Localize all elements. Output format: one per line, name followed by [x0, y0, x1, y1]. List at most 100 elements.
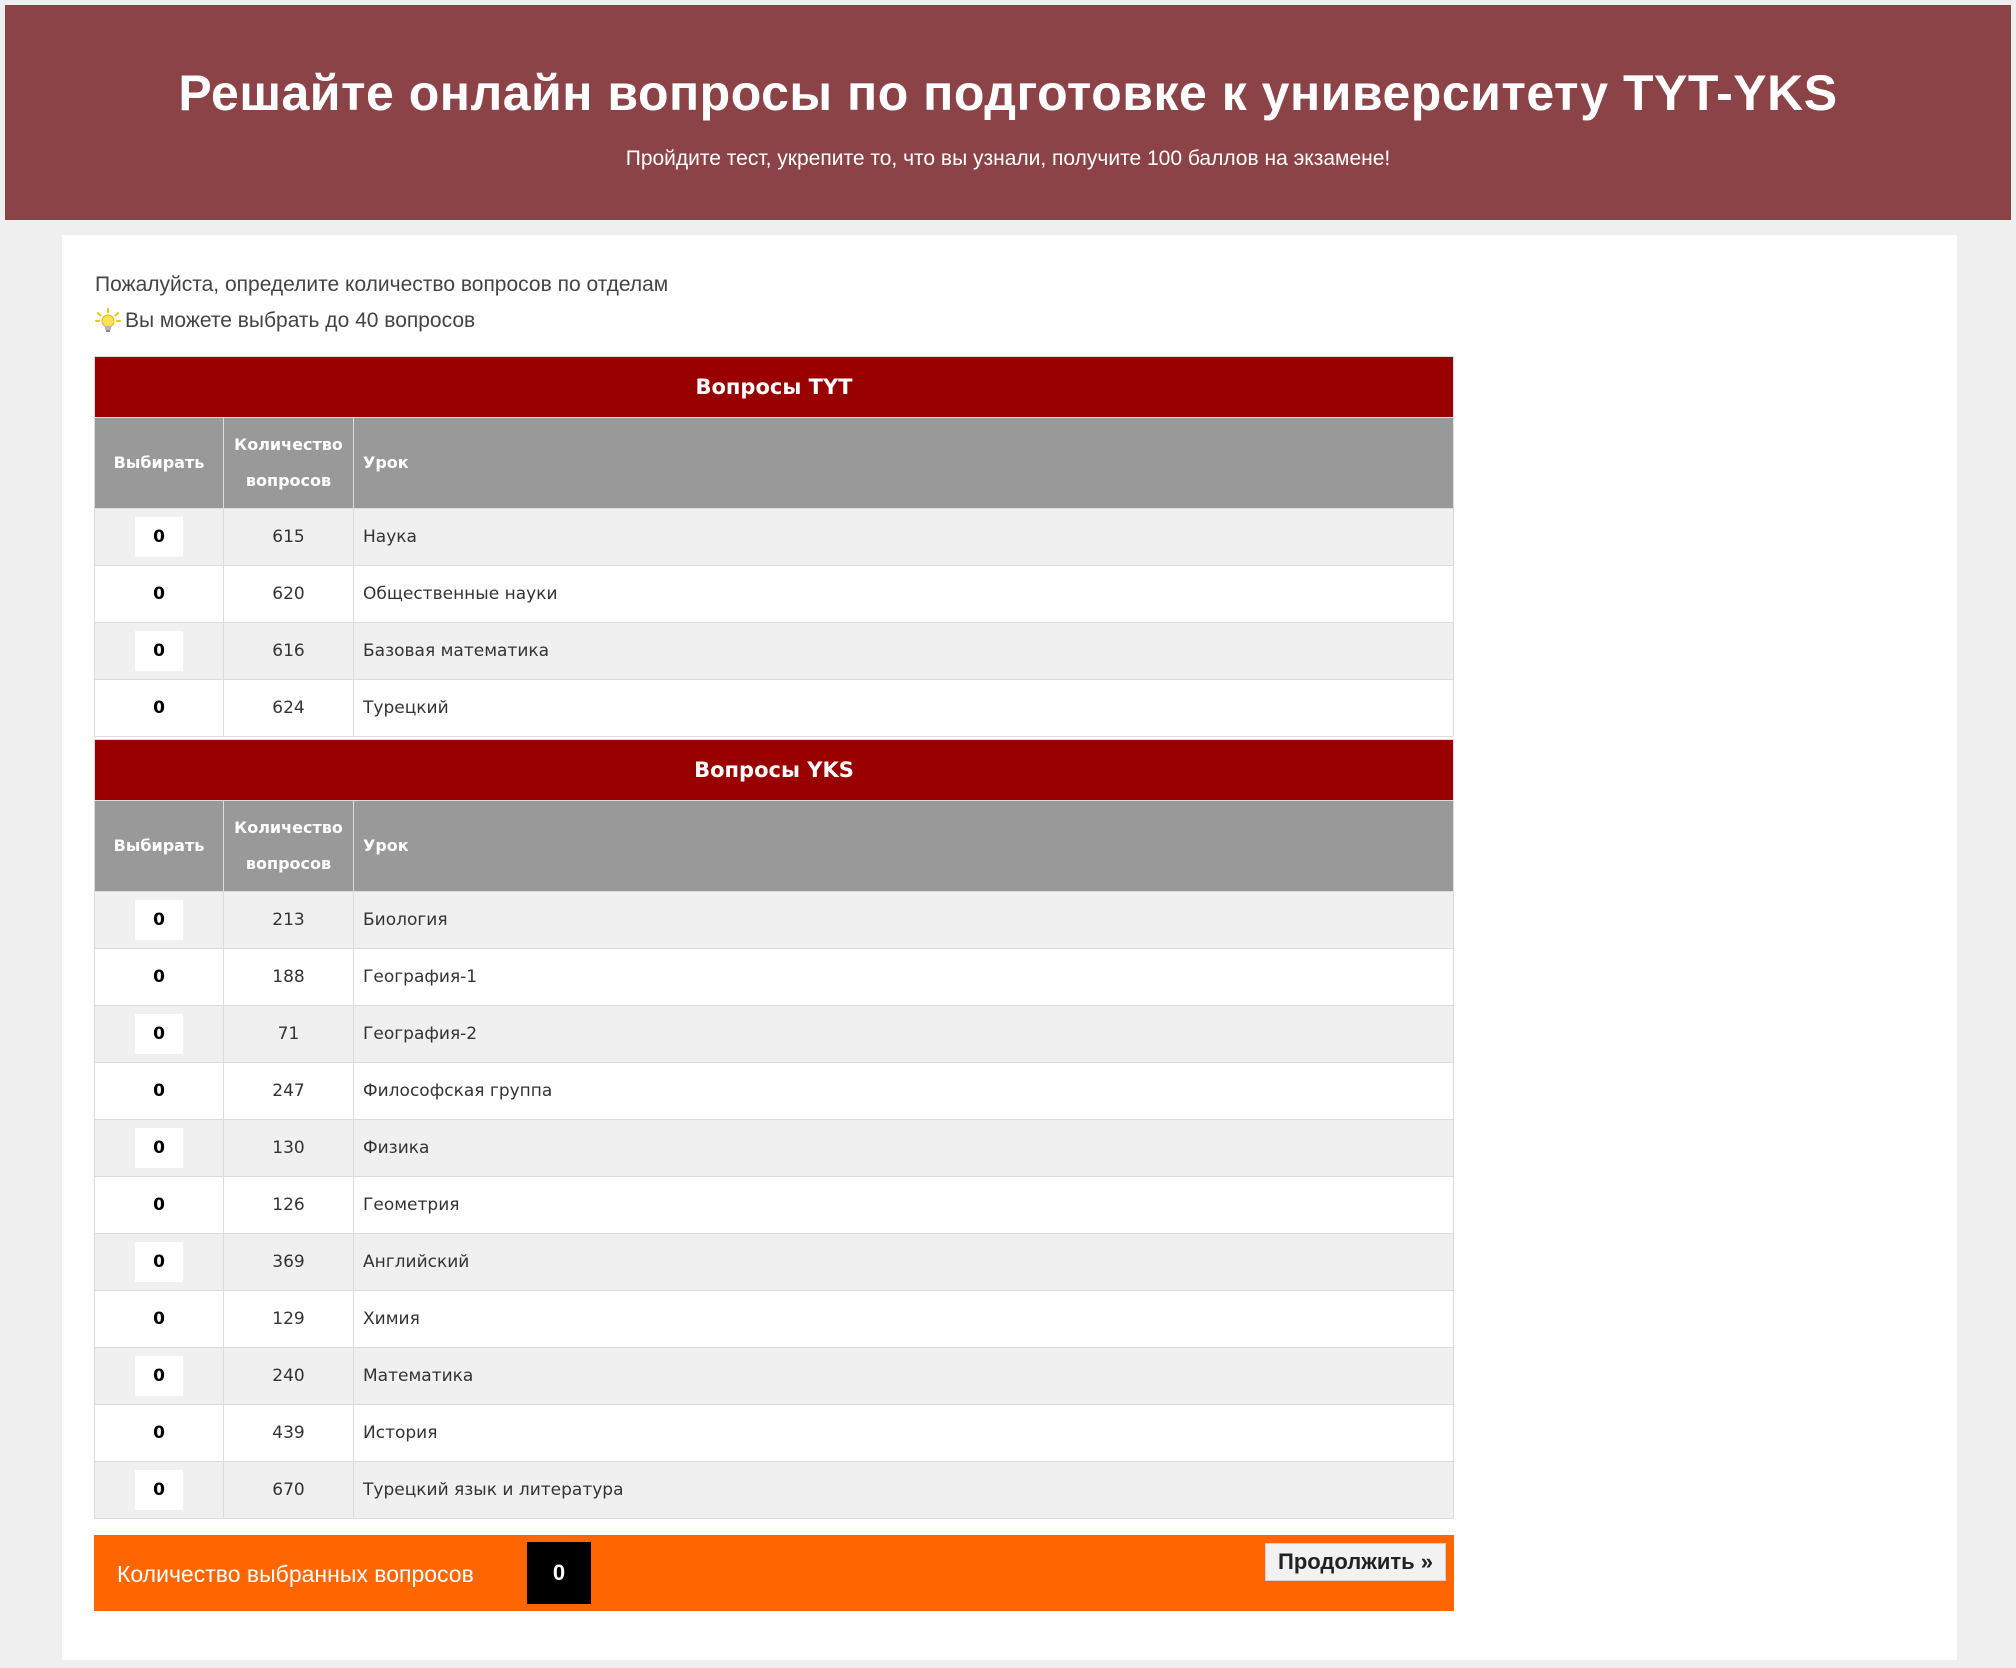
question-count-selector[interactable]: 0: [135, 1242, 183, 1282]
table-row: 0 247 Философская группа: [94, 1062, 1454, 1120]
tyt-rows: 0 615 Наука 0 620 Общественные науки 0 616 Базов…: [94, 508, 1454, 737]
question-count: 130: [223, 1119, 354, 1177]
table-row: 0 71 География-2: [94, 1005, 1454, 1063]
select-cell: 0: [94, 1062, 224, 1120]
select-cell: 0: [94, 1347, 224, 1405]
lesson-name: Физика: [353, 1119, 1454, 1177]
select-cell: 0: [94, 1119, 224, 1177]
question-count: 247: [223, 1062, 354, 1120]
select-cell: 0: [94, 622, 224, 680]
question-count-selector[interactable]: 0: [135, 631, 183, 671]
table-row: 0 240 Математика: [94, 1347, 1454, 1405]
select-cell: 0: [94, 891, 224, 949]
tyt-column-headers: Выбирать Количество вопросов Урок: [94, 417, 1454, 509]
selected-count-value: 0: [527, 1542, 591, 1604]
table-row: 0 369 Английский: [94, 1233, 1454, 1291]
question-count-selector[interactable]: 0: [135, 688, 183, 728]
table-row: 0 129 Химия: [94, 1290, 1454, 1348]
question-count-selector[interactable]: 0: [135, 1299, 183, 1339]
question-count: 624: [223, 679, 354, 737]
continue-button[interactable]: Продолжить »: [1265, 1543, 1446, 1581]
question-count: 188: [223, 948, 354, 1006]
main-content: Пожалуйста, определите количество вопрос…: [62, 235, 1957, 1660]
lesson-name: География-2: [353, 1005, 1454, 1063]
lesson-name: Биология: [353, 891, 1454, 949]
question-count-selector[interactable]: 0: [135, 1185, 183, 1225]
select-cell: 0: [94, 1233, 224, 1291]
question-count-selector[interactable]: 0: [135, 957, 183, 997]
select-cell: 0: [94, 565, 224, 623]
question-count-selector[interactable]: 0: [135, 1413, 183, 1453]
tyt-section-header: Вопросы TYT: [94, 356, 1454, 418]
column-count: Количество вопросов: [223, 800, 354, 892]
question-count-selector[interactable]: 0: [135, 1470, 183, 1510]
lesson-name: География-1: [353, 948, 1454, 1006]
question-count: 213: [223, 891, 354, 949]
lesson-name: Турецкий язык и литература: [353, 1461, 1454, 1519]
page-title: Решайте онлайн вопросы по подготовке к у…: [178, 65, 1838, 121]
page: Решайте онлайн вопросы по подготовке к у…: [0, 0, 2016, 1668]
lesson-name: Геометрия: [353, 1176, 1454, 1234]
table-row: 0 439 История: [94, 1404, 1454, 1462]
table-row: 0 615 Наука: [94, 508, 1454, 566]
yks-section-title: Вопросы YKS: [94, 739, 1454, 801]
lesson-name: Философская группа: [353, 1062, 1454, 1120]
selection-summary-bar: Количество выбранных вопросов 0 Продолжи…: [94, 1535, 1454, 1611]
lesson-name: Наука: [353, 508, 1454, 566]
column-lesson: Урок: [353, 800, 1454, 892]
column-lesson: Урок: [353, 417, 1454, 509]
column-select: Выбирать: [94, 800, 224, 892]
select-cell: 0: [94, 1461, 224, 1519]
column-count-line1: Количество: [234, 435, 343, 454]
table-row: 0 624 Турецкий: [94, 679, 1454, 737]
select-cell: 0: [94, 1404, 224, 1462]
column-count-line2: вопросов: [245, 471, 332, 490]
page-header: Решайте онлайн вопросы по подготовке к у…: [5, 5, 2011, 220]
table-row: 0 616 Базовая математика: [94, 622, 1454, 680]
question-count: 439: [223, 1404, 354, 1462]
table-row: 0 126 Геометрия: [94, 1176, 1454, 1234]
lesson-name: Химия: [353, 1290, 1454, 1348]
tyt-section-title: Вопросы TYT: [94, 356, 1454, 418]
question-count: 129: [223, 1290, 354, 1348]
instruction-text: Пожалуйста, определите количество вопрос…: [95, 273, 669, 296]
question-count: 670: [223, 1461, 354, 1519]
lightbulb-icon: [95, 308, 121, 334]
question-count: 615: [223, 508, 354, 566]
column-count-line1: Количество: [234, 818, 343, 837]
question-count-selector[interactable]: 0: [135, 1014, 183, 1054]
column-count: Количество вопросов: [223, 417, 354, 509]
lesson-name: Математика: [353, 1347, 1454, 1405]
yks-rows: 0 213 Биология 0 188 География-1 0 71 География-…: [94, 891, 1454, 1519]
tip-text: Вы можете выбрать до 40 вопросов: [125, 309, 476, 332]
question-count: 240: [223, 1347, 354, 1405]
column-select: Выбирать: [94, 417, 224, 509]
question-count: 616: [223, 622, 354, 680]
column-count-line2: вопросов: [245, 854, 332, 873]
select-cell: 0: [94, 508, 224, 566]
select-cell: 0: [94, 948, 224, 1006]
question-count: 126: [223, 1176, 354, 1234]
question-count-selector[interactable]: 0: [135, 1356, 183, 1396]
lesson-name: Турецкий: [353, 679, 1454, 737]
question-count-selector[interactable]: 0: [135, 574, 183, 614]
table-row: 0 670 Турецкий язык и литература: [94, 1461, 1454, 1519]
question-count: 620: [223, 565, 354, 623]
question-count-selector[interactable]: 0: [135, 1071, 183, 1111]
question-count: 71: [223, 1005, 354, 1063]
question-count-selector[interactable]: 0: [135, 900, 183, 940]
table-row: 0 213 Биология: [94, 891, 1454, 949]
table-row: 0 188 География-1: [94, 948, 1454, 1006]
intro: Пожалуйста, определите количество вопрос…: [95, 271, 668, 335]
question-count-selector[interactable]: 0: [135, 1128, 183, 1168]
table-row: 0 620 Общественные науки: [94, 565, 1454, 623]
question-count: 369: [223, 1233, 354, 1291]
lesson-name: Общественные науки: [353, 565, 1454, 623]
lesson-name: Базовая математика: [353, 622, 1454, 680]
question-count-selector[interactable]: 0: [135, 517, 183, 557]
tyt-table: Вопросы TYT Выбирать Количество вопросов…: [94, 356, 1454, 737]
select-cell: 0: [94, 1176, 224, 1234]
lesson-name: История: [353, 1404, 1454, 1462]
yks-section-header: Вопросы YKS: [94, 739, 1454, 801]
table-row: 0 130 Физика: [94, 1119, 1454, 1177]
